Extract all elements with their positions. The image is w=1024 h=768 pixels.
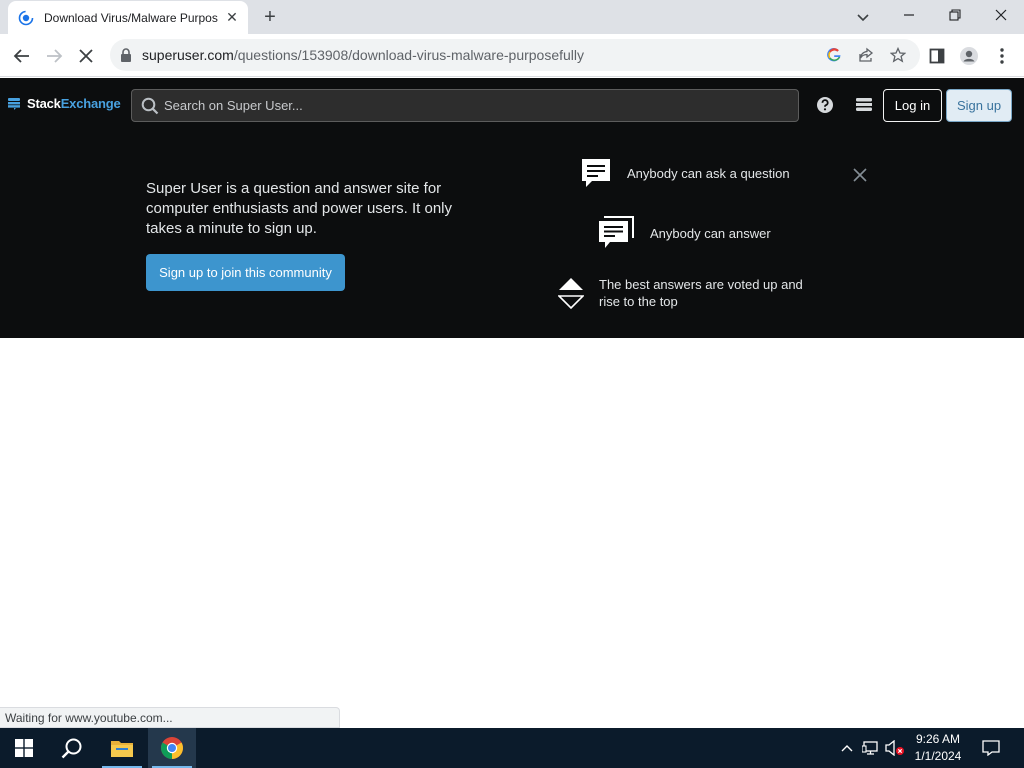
windows-start-icon[interactable] — [0, 728, 48, 768]
feature-ask-text: Anybody can ask a question — [627, 165, 790, 181]
tab-search-icon[interactable] — [852, 6, 874, 28]
volume-muted-icon[interactable] — [885, 738, 905, 758]
bookmark-star-icon[interactable] — [888, 45, 908, 65]
clock-time: 9:26 AM — [915, 732, 961, 746]
side-panel-icon[interactable] — [923, 42, 951, 70]
browser-tab[interactable]: Download Virus/Malware Purpos ✕ — [8, 1, 248, 34]
help-icon[interactable] — [815, 95, 835, 115]
menu-kebab-icon[interactable] — [988, 42, 1016, 70]
tab-title: Download Virus/Malware Purpos — [44, 10, 218, 25]
feature-answer: Anybody can answer — [598, 216, 771, 250]
feature-ask: Anybody can ask a question — [579, 156, 790, 190]
search-input[interactable] — [164, 90, 784, 121]
speech-bubble-icon — [579, 156, 613, 190]
google-lens-icon[interactable] — [824, 45, 844, 65]
url-path: /questions/153908/download-virus-malware… — [233, 47, 585, 63]
se-topbar: StackExchange Log in Sign up — [0, 78, 1024, 132]
windows-taskbar: 9:26 AM 1/1/2024 — [0, 728, 1024, 768]
share-icon[interactable] — [856, 45, 876, 65]
close-window-icon[interactable] — [978, 0, 1024, 30]
tray-chevron-up-icon[interactable] — [837, 738, 857, 758]
logo-text-exchange: Exchange — [60, 96, 121, 111]
clock-date: 1/1/2024 — [914, 749, 962, 763]
screen: Download Virus/Malware Purpos ✕ + superu… — [0, 0, 1024, 768]
vote-arrows-icon — [557, 275, 585, 311]
close-banner-icon[interactable] — [851, 166, 869, 184]
stackexchange-logo[interactable]: Stack Exchange — [8, 96, 121, 111]
site-search[interactable] — [131, 89, 799, 122]
status-bubble: Waiting for www.youtube.com... — [0, 707, 340, 728]
feature-answer-text: Anybody can answer — [650, 225, 771, 241]
site-switcher-icon[interactable] — [854, 95, 874, 115]
stackexchange-logo-icon — [8, 97, 20, 110]
community-banner: Super User is a question and answer site… — [0, 132, 1024, 338]
feature-vote: The best answers are voted up and rise t… — [557, 275, 809, 311]
tab-strip: Download Virus/Malware Purpos ✕ + — [0, 0, 1024, 34]
signup-button[interactable]: Sign up — [946, 89, 1012, 122]
back-icon[interactable] — [8, 42, 36, 70]
taskbar-clock[interactable]: 9:26 AM 1/1/2024 — [908, 731, 968, 765]
logo-text-stack: Stack — [27, 96, 61, 111]
loading-favicon-icon — [18, 10, 34, 26]
url-text: superuser.com/questions/153908/download-… — [142, 47, 584, 63]
url-domain: superuser.com — [142, 47, 234, 63]
search-taskbar-icon[interactable] — [48, 728, 96, 768]
forward-icon[interactable] — [40, 42, 68, 70]
banner-description: Super User is a question and answer site… — [146, 180, 452, 237]
lock-icon[interactable] — [120, 48, 132, 62]
join-community-button[interactable]: Sign up to join this community — [146, 254, 345, 291]
login-button[interactable]: Log in — [883, 89, 942, 122]
minimize-icon[interactable] — [886, 0, 932, 30]
feature-vote-text: The best answers are voted up and rise t… — [599, 277, 803, 309]
stop-loading-icon[interactable] — [72, 42, 100, 70]
chrome-taskbar-icon[interactable] — [148, 728, 196, 768]
notifications-icon[interactable] — [981, 738, 1001, 758]
network-icon[interactable] — [861, 738, 881, 758]
profile-avatar-icon[interactable] — [955, 42, 983, 70]
browser-toolbar: superuser.com/questions/153908/download-… — [0, 34, 1024, 77]
address-bar[interactable]: superuser.com/questions/153908/download-… — [110, 39, 920, 71]
status-text: Waiting for www.youtube.com... — [5, 711, 173, 725]
new-tab-icon[interactable]: + — [258, 6, 282, 28]
restore-icon[interactable] — [932, 0, 978, 30]
search-icon — [141, 97, 159, 115]
file-explorer-icon[interactable] — [98, 728, 146, 768]
tab-close-icon[interactable]: ✕ — [224, 9, 240, 25]
answer-bubbles-icon — [598, 216, 634, 250]
